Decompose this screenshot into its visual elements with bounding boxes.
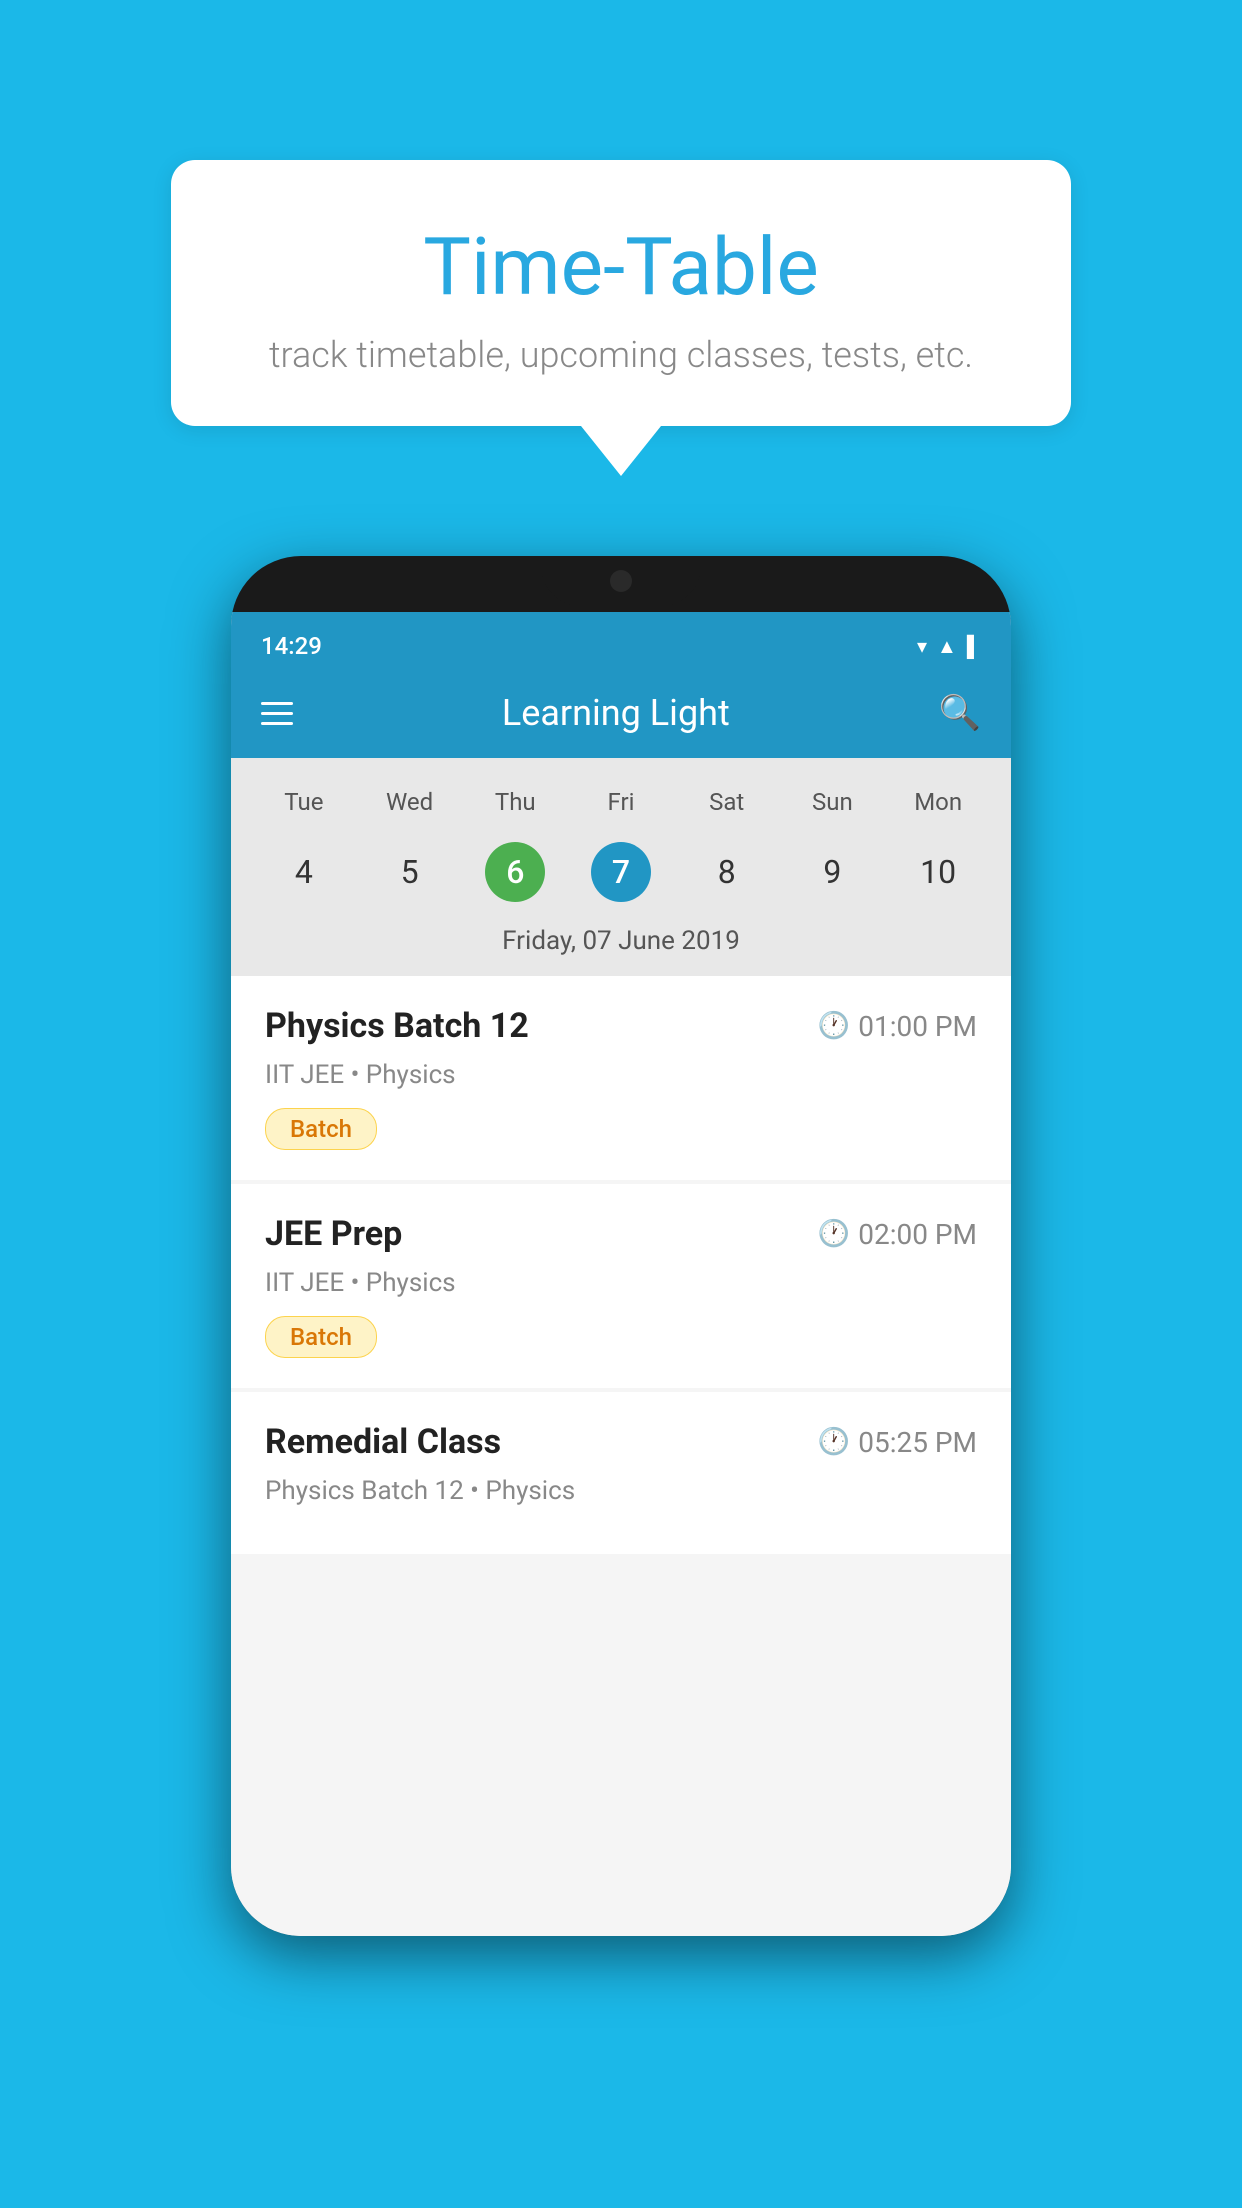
speech-bubble-arrow bbox=[581, 426, 661, 476]
date-4[interactable]: 4 bbox=[251, 834, 357, 910]
schedule-time-1: 🕐 01:00 PM bbox=[818, 1010, 977, 1043]
signal-icon: ▲ bbox=[937, 634, 957, 659]
phone-frame: 14:29 ▾ ▲ ▌ Learning Light 🔍 bbox=[231, 556, 1011, 1936]
app-bar: Learning Light 🔍 bbox=[231, 668, 1011, 758]
schedule-time-value-2: 02:00 PM bbox=[858, 1218, 977, 1251]
schedule-item-physics-batch[interactable]: Physics Batch 12 🕐 01:00 PM IIT JEE • Ph… bbox=[231, 976, 1011, 1180]
wifi-icon: ▾ bbox=[917, 634, 927, 658]
weekday-wed: Wed bbox=[357, 778, 463, 826]
batch-badge-2: Batch bbox=[265, 1316, 377, 1358]
schedule-time-value-3: 05:25 PM bbox=[858, 1426, 977, 1459]
weekday-tue: Tue bbox=[251, 778, 357, 826]
clock-icon-1: 🕐 bbox=[818, 1011, 850, 1041]
speech-bubble-wrapper: Time-Table track timetable, upcoming cla… bbox=[171, 160, 1071, 476]
selected-date-label: Friday, 07 June 2019 bbox=[251, 910, 991, 976]
schedule-subtitle-1: IIT JEE • Physics bbox=[265, 1060, 977, 1090]
schedule-title-1: Physics Batch 12 bbox=[265, 1006, 529, 1046]
app-title: Learning Light bbox=[502, 692, 730, 734]
status-time: 14:29 bbox=[261, 632, 322, 660]
weekday-mon: Mon bbox=[885, 778, 991, 826]
status-icons: ▾ ▲ ▌ bbox=[917, 634, 981, 659]
calendar-section: Tue Wed Thu Fri Sat Sun Mon 4 5 bbox=[231, 758, 1011, 976]
clock-icon-3: 🕐 bbox=[818, 1427, 850, 1457]
camera-dot bbox=[610, 570, 632, 592]
schedule-subtitle-2: IIT JEE • Physics bbox=[265, 1268, 977, 1298]
date-5[interactable]: 5 bbox=[357, 834, 463, 910]
schedule-item-remedial[interactable]: Remedial Class 🕐 05:25 PM Physics Batch … bbox=[231, 1392, 1011, 1554]
schedule-time-2: 🕐 02:00 PM bbox=[818, 1218, 977, 1251]
schedule-item-header-3: Remedial Class 🕐 05:25 PM bbox=[265, 1422, 977, 1462]
schedule-item-header-1: Physics Batch 12 🕐 01:00 PM bbox=[265, 1006, 977, 1046]
weekday-sat: Sat bbox=[674, 778, 780, 826]
weekday-sun: Sun bbox=[780, 778, 886, 826]
calendar-dates-row: 4 5 6 7 8 9 bbox=[251, 834, 991, 910]
date-6-today[interactable]: 6 bbox=[462, 834, 568, 910]
schedule-item-header-2: JEE Prep 🕐 02:00 PM bbox=[265, 1214, 977, 1254]
schedule-title-2: JEE Prep bbox=[265, 1214, 402, 1254]
app-feature-title: Time-Table bbox=[251, 220, 991, 314]
batch-badge-1: Batch bbox=[265, 1108, 377, 1150]
speech-bubble-card: Time-Table track timetable, upcoming cla… bbox=[171, 160, 1071, 426]
clock-icon-2: 🕐 bbox=[818, 1219, 850, 1249]
schedule-list: Physics Batch 12 🕐 01:00 PM IIT JEE • Ph… bbox=[231, 976, 1011, 1936]
phone-screen: 14:29 ▾ ▲ ▌ Learning Light 🔍 bbox=[231, 612, 1011, 1936]
schedule-time-value-1: 01:00 PM bbox=[858, 1010, 977, 1043]
date-9[interactable]: 9 bbox=[780, 834, 886, 910]
search-icon[interactable]: 🔍 bbox=[939, 693, 981, 733]
phone-wrapper: 14:29 ▾ ▲ ▌ Learning Light 🔍 bbox=[231, 556, 1011, 1936]
menu-button[interactable] bbox=[261, 702, 293, 725]
date-7-selected[interactable]: 7 bbox=[568, 834, 674, 910]
schedule-title-3: Remedial Class bbox=[265, 1422, 501, 1462]
weekday-thu: Thu bbox=[462, 778, 568, 826]
app-feature-subtitle: track timetable, upcoming classes, tests… bbox=[251, 334, 991, 376]
date-8[interactable]: 8 bbox=[674, 834, 780, 910]
status-bar: 14:29 ▾ ▲ ▌ bbox=[231, 612, 1011, 668]
weekday-fri: Fri bbox=[568, 778, 674, 826]
schedule-item-jee-prep[interactable]: JEE Prep 🕐 02:00 PM IIT JEE • Physics Ba… bbox=[231, 1184, 1011, 1388]
date-10[interactable]: 10 bbox=[885, 834, 991, 910]
schedule-time-3: 🕐 05:25 PM bbox=[818, 1426, 977, 1459]
weekdays-row: Tue Wed Thu Fri Sat Sun Mon bbox=[251, 778, 991, 826]
battery-icon: ▌ bbox=[967, 634, 981, 659]
schedule-subtitle-3: Physics Batch 12 • Physics bbox=[265, 1476, 977, 1506]
